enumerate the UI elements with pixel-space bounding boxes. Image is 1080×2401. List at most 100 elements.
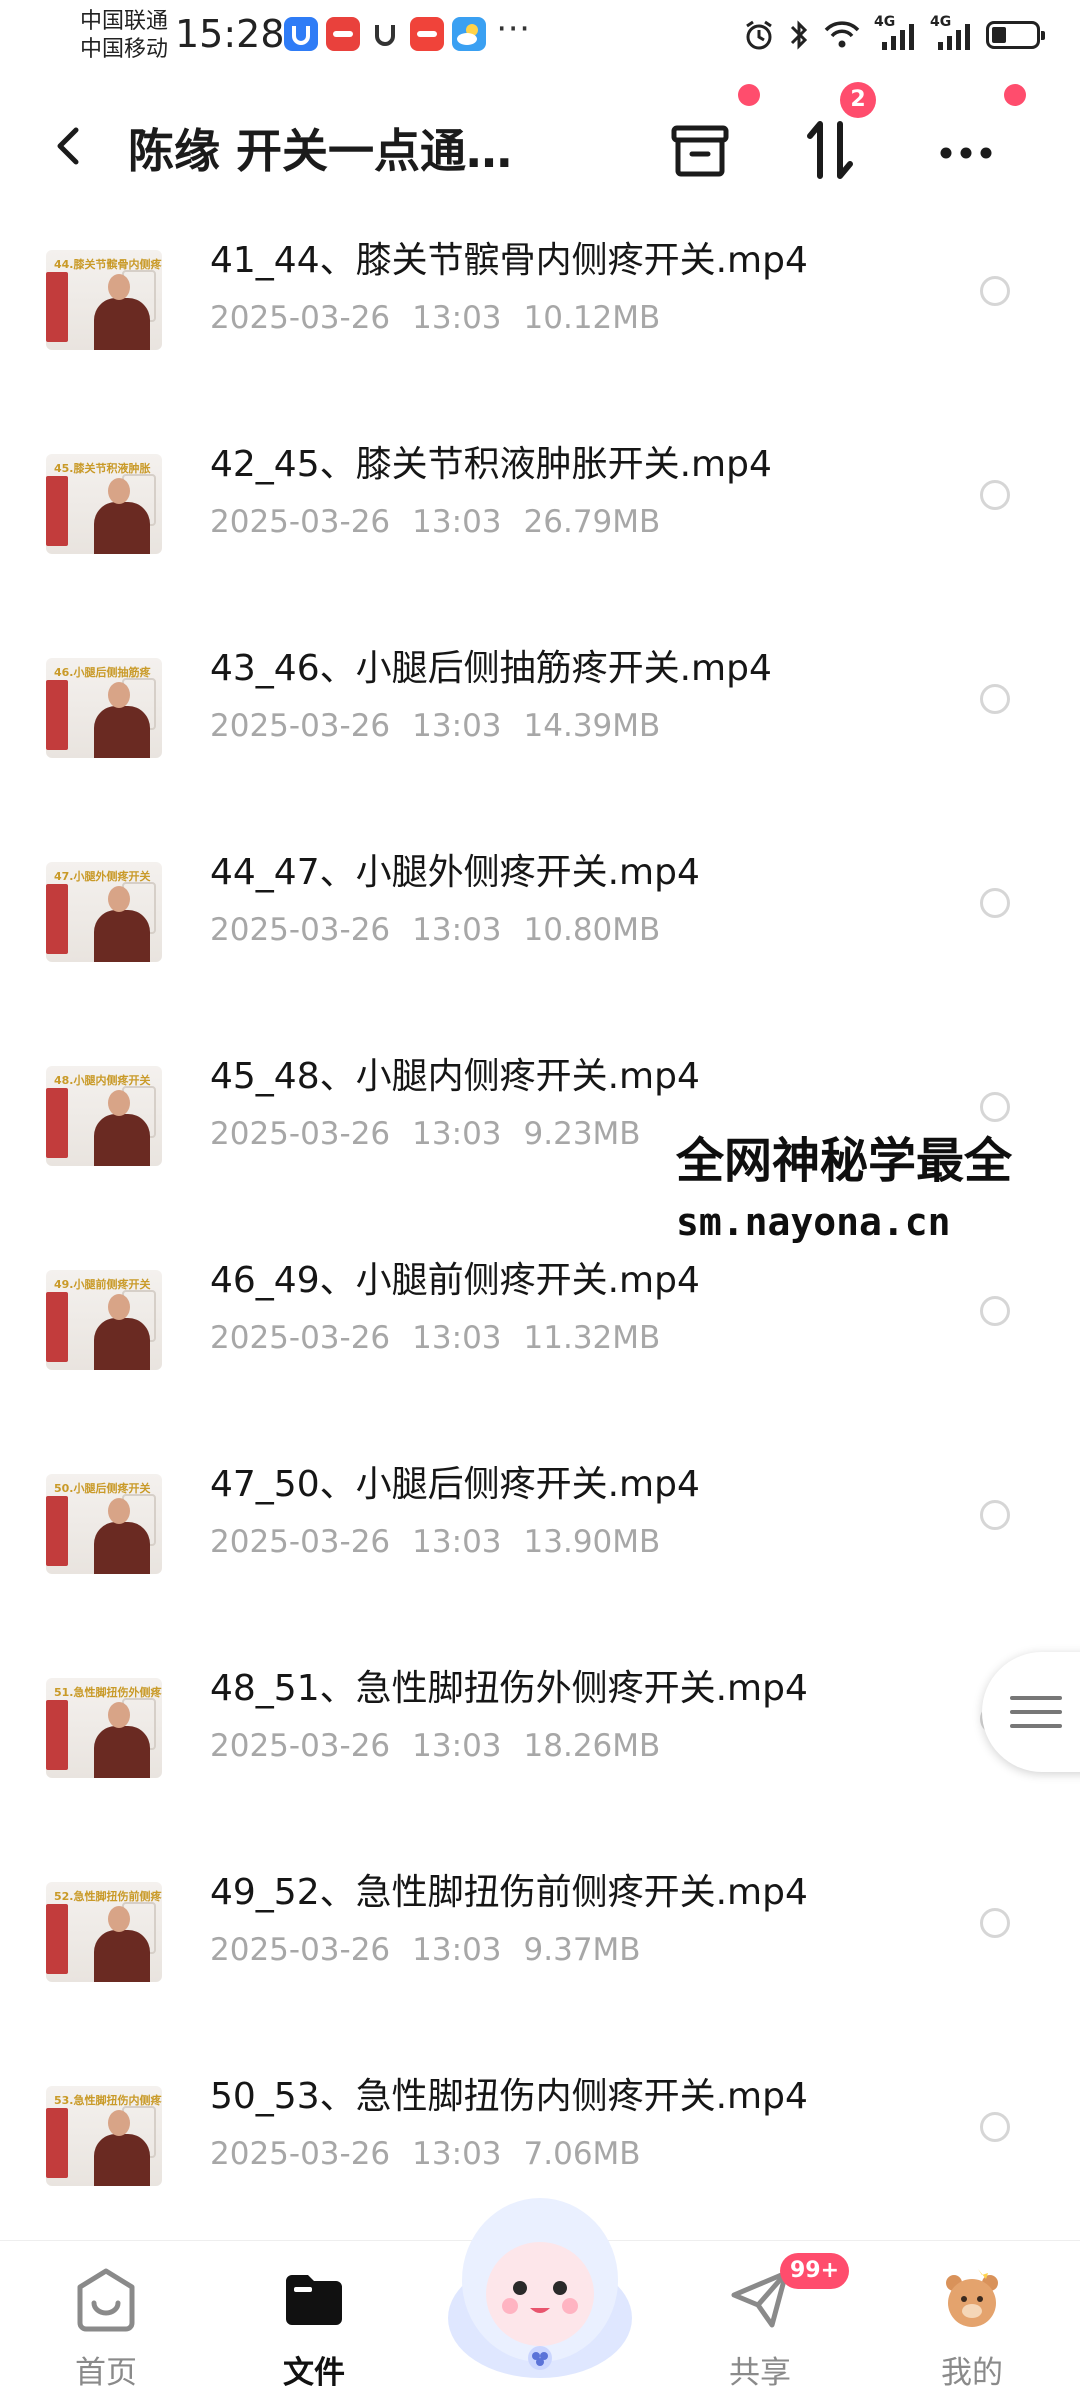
select-checkbox[interactable]: [980, 480, 1010, 510]
video-thumbnail: 46.小腿后侧抽筋疼: [46, 658, 162, 758]
more-horizontal-icon: [940, 147, 992, 159]
wifi-icon: [824, 21, 860, 48]
huawei-app-icon-2: [410, 17, 444, 51]
file-name: 45_48、小腿内侧疼开关.mp4: [210, 1056, 700, 1097]
file-meta: 2025-03-26 13:03 11.32MB: [210, 1316, 660, 1360]
archive-button[interactable]: [660, 110, 740, 190]
home-face-icon: [77, 2268, 135, 2332]
watermark-line-1: 全网神秘学最全: [676, 1133, 1013, 1189]
thumbnail-graphic: [108, 1906, 130, 1932]
file-size: 11.32MB: [523, 1320, 661, 1356]
file-name: 48_51、急性脚扭伤外侧疼开关.mp4: [210, 1668, 808, 1709]
bear-avatar-icon: [946, 2269, 998, 2327]
file-time: 13:03: [412, 1320, 502, 1356]
video-thumbnail: 47.小腿外侧疼开关: [46, 862, 162, 962]
video-thumbnail: 48.小腿内侧疼开关: [46, 1066, 162, 1166]
notification-app-icon: [284, 17, 318, 51]
file-row[interactable]: 45.膝关节积液肿胀 42_45、膝关节积液肿胀开关.mp4 2025-03-26 1…: [0, 414, 1080, 618]
sort-button[interactable]: [790, 110, 870, 190]
video-thumbnail: 45.膝关节积液肿胀: [46, 454, 162, 554]
more-notification-dot: [1004, 84, 1026, 106]
thumbnail-graphic: [108, 682, 130, 708]
thumbnail-graphic: [108, 478, 130, 504]
archive-notification-dot: [738, 84, 760, 106]
file-meta: 2025-03-26 13:03 14.39MB: [210, 704, 660, 748]
select-checkbox[interactable]: [980, 1908, 1010, 1938]
file-time: 13:03: [412, 708, 502, 744]
file-date: 2025-03-26: [210, 1320, 391, 1356]
u-app-icon: [368, 17, 402, 51]
thumbnail-graphic: [46, 1904, 68, 1974]
thumbnail-graphic: [46, 272, 68, 342]
file-row[interactable]: 52.急性脚扭伤前侧疼 49_52、急性脚扭伤前侧疼开关.mp4 2025-03-2…: [0, 1842, 1080, 2046]
file-row[interactable]: 49.小腿前侧疼开关 46_49、小腿前侧疼开关.mp4 2025-03-26 13:…: [0, 1230, 1080, 1434]
assistant-mascot-button[interactable]: [430, 2168, 650, 2388]
thumbnail-graphic: [94, 706, 150, 758]
weather-app-icon: [452, 17, 486, 51]
nav-files-label: 文件: [283, 2355, 345, 2391]
video-thumbnail: 51.急性脚扭伤外侧疼: [46, 1678, 162, 1778]
select-checkbox[interactable]: [980, 1092, 1010, 1122]
signal-icon-2: 4G: [930, 14, 974, 52]
file-size: 7.06MB: [523, 2136, 641, 2172]
thumbnail-graphic: [94, 1930, 150, 1982]
thumbnail-graphic: [94, 298, 150, 350]
file-size: 9.23MB: [523, 1116, 641, 1152]
file-size: 13.90MB: [523, 1524, 661, 1560]
file-size: 14.39MB: [523, 708, 661, 744]
video-thumbnail: 50.小腿后侧疼开关: [46, 1474, 162, 1574]
select-checkbox[interactable]: [980, 888, 1010, 918]
thumbnail-graphic: [108, 274, 130, 300]
file-time: 13:03: [412, 1728, 502, 1764]
nav-home[interactable]: 首页: [36, 2259, 176, 2391]
nav-mine[interactable]: 我的: [902, 2259, 1042, 2391]
file-meta: 2025-03-26 13:03 9.37MB: [210, 1928, 641, 1972]
file-date: 2025-03-26: [210, 504, 391, 540]
select-checkbox[interactable]: [980, 2112, 1010, 2142]
file-date: 2025-03-26: [210, 2136, 391, 2172]
status-clock: 15:28: [175, 12, 285, 56]
folder-icon: [286, 2275, 342, 2325]
nav-share[interactable]: 99+ 共享: [690, 2253, 850, 2391]
signal-icon-1: 4G: [874, 14, 918, 52]
file-size: 18.26MB: [523, 1728, 661, 1764]
file-date: 2025-03-26: [210, 708, 391, 744]
thumbnail-graphic: [46, 1700, 68, 1770]
more-notifications-icon: ⋯: [496, 8, 530, 48]
file-time: 13:03: [412, 1932, 502, 1968]
file-row[interactable]: 46.小腿后侧抽筋疼 43_46、小腿后侧抽筋疼开关.mp4 2025-03-26 1…: [0, 618, 1080, 822]
file-name: 49_52、急性脚扭伤前侧疼开关.mp4: [210, 1872, 808, 1913]
file-time: 13:03: [412, 1116, 502, 1152]
thumbnail-graphic: [94, 1318, 150, 1370]
chevron-left-icon: [57, 127, 79, 165]
select-checkbox[interactable]: [980, 684, 1010, 714]
file-row[interactable]: 44.膝关节髌骨内侧疼 41_44、膝关节髌骨内侧疼开关.mp4 2025-03-2…: [0, 210, 1080, 414]
file-name: 41_44、膝关节髌骨内侧疼开关.mp4: [210, 240, 808, 281]
back-button[interactable]: [46, 116, 96, 176]
file-date: 2025-03-26: [210, 1932, 391, 1968]
select-checkbox[interactable]: [980, 1296, 1010, 1326]
file-name: 47_50、小腿后侧疼开关.mp4: [210, 1464, 700, 1505]
watermark-line-2: sm.nayona.cn: [676, 1200, 951, 1244]
file-meta: 2025-03-26 13:03 26.79MB: [210, 500, 660, 544]
carrier-2: 中国移动: [80, 37, 169, 62]
huawei-app-icon: [326, 17, 360, 51]
thumbnail-graphic: [108, 1498, 130, 1524]
file-date: 2025-03-26: [210, 1116, 391, 1152]
file-row[interactable]: 51.急性脚扭伤外侧疼 48_51、急性脚扭伤外侧疼开关.mp4 2025-03-2…: [0, 1638, 1080, 1842]
file-row[interactable]: 50.小腿后侧疼开关 47_50、小腿后侧疼开关.mp4 2025-03-26 13:…: [0, 1434, 1080, 1638]
file-time: 13:03: [412, 2136, 502, 2172]
file-size: 9.37MB: [523, 1932, 641, 1968]
select-checkbox[interactable]: [980, 276, 1010, 306]
file-row[interactable]: 47.小腿外侧疼开关 44_47、小腿外侧疼开关.mp4 2025-03-26 13:…: [0, 822, 1080, 1026]
select-checkbox[interactable]: [980, 1500, 1010, 1530]
file-name: 44_47、小腿外侧疼开关.mp4: [210, 852, 700, 893]
battery-icon: [986, 21, 1045, 49]
more-options-button[interactable]: [926, 110, 1006, 190]
thumbnail-graphic: [108, 1090, 130, 1116]
file-time: 13:03: [412, 300, 502, 336]
file-time: 13:03: [412, 912, 502, 948]
nav-files[interactable]: 文件: [244, 2259, 384, 2391]
video-thumbnail: 49.小腿前侧疼开关: [46, 1270, 162, 1370]
archive-box-icon: [671, 125, 729, 177]
